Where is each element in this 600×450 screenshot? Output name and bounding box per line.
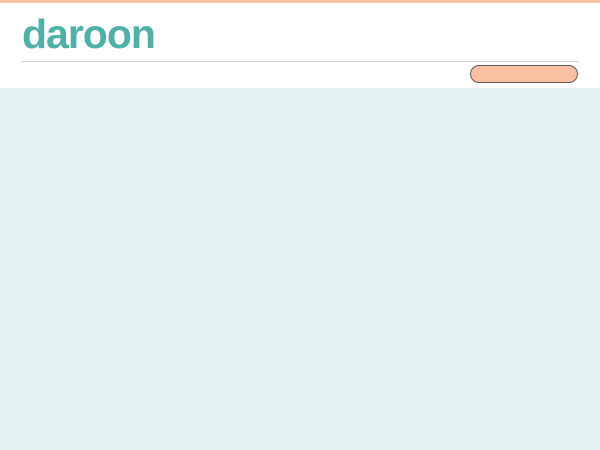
site-header: daroon [0,3,600,88]
brand-wordmark: daroon [22,13,155,55]
header-divider [22,61,578,62]
daroon-logo-mark: daroon [22,13,156,55]
brand-logo[interactable]: daroon [22,13,172,55]
header-action-button[interactable] [470,65,578,83]
main-content-area [0,88,600,450]
